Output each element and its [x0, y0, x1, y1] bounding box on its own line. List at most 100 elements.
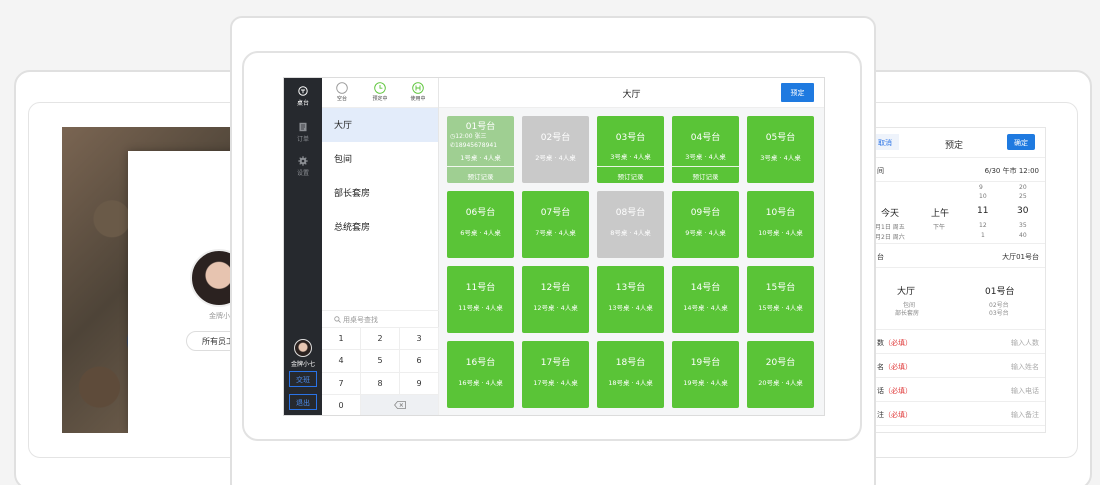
table-card[interactable]: 10号台 10号桌 · 4人桌: [747, 191, 814, 258]
table-card[interactable]: 05号台 3号桌 · 4人桌: [747, 116, 814, 183]
order-icon: [299, 122, 307, 132]
table-selected[interactable]: 01号台: [985, 284, 1014, 297]
key-8[interactable]: 8: [361, 372, 400, 395]
area-selected[interactable]: 大厅: [897, 284, 915, 297]
table-card[interactable]: 02号台 2号桌 · 4人桌: [522, 116, 589, 183]
handover-button[interactable]: 交班: [289, 371, 317, 387]
table-card[interactable]: 01号台 ◷12:00 张三 ✆18945678941 1号桌 · 4人桌 预订记录: [447, 116, 514, 183]
backspace-key[interactable]: [361, 394, 439, 415]
key-4[interactable]: 4: [322, 350, 361, 373]
sidebar-item-tables[interactable]: 桌台: [284, 86, 322, 107]
hour-option[interactable]: 12: [979, 222, 987, 229]
table-card[interactable]: 12号台 12号桌 · 4人桌: [522, 266, 589, 333]
table-number: 04号台: [690, 133, 721, 143]
table-search-input[interactable]: 用桌号查找: [322, 310, 439, 328]
guests-input[interactable]: 输入人数: [1011, 338, 1039, 348]
table-seats: 16号桌 · 4人桌: [458, 379, 503, 387]
minute-selected[interactable]: 30: [1017, 206, 1028, 216]
category-minister-suite[interactable]: 部长套房: [322, 176, 438, 210]
table-card[interactable]: 07号台 7号桌 · 4人桌: [522, 191, 589, 258]
day-option[interactable]: 月1日 周五: [875, 222, 905, 231]
key-0[interactable]: 0: [322, 394, 361, 415]
table-card[interactable]: 11号台 11号桌 · 4人桌: [447, 266, 514, 333]
time-label: 间: [877, 167, 884, 175]
key-9[interactable]: 9: [400, 372, 439, 395]
reserve-form-title: 预定: [945, 141, 964, 151]
hour-selected[interactable]: 11: [977, 206, 988, 216]
table-option[interactable]: 03号台: [989, 308, 1009, 317]
minute-option[interactable]: 20: [1019, 184, 1027, 191]
table-card[interactable]: 15号台 15号桌 · 4人桌: [747, 266, 814, 333]
sidebar-item-orders[interactable]: 订单: [284, 122, 322, 143]
phone-field[interactable]: 话（必填） 输入电话: [873, 378, 1045, 402]
table-card[interactable]: 13号台 13号桌 · 4人桌: [597, 266, 664, 333]
venue-picker[interactable]: 大厅 01号台 包间 部长套房 02号台 03号台: [873, 268, 1045, 330]
minute-option[interactable]: 25: [1019, 193, 1027, 200]
minute-option[interactable]: 35: [1019, 222, 1027, 229]
key-2[interactable]: 2: [361, 328, 400, 351]
note-input[interactable]: 输入备注: [1011, 410, 1039, 420]
table-number: 15号台: [765, 283, 796, 293]
table-card[interactable]: 17号台 17号桌 · 4人桌: [522, 341, 589, 408]
period-selected[interactable]: 上午: [931, 206, 949, 219]
name-input[interactable]: 输入姓名: [1011, 362, 1039, 372]
legend-in-use[interactable]: 使用中: [403, 82, 433, 102]
table-card[interactable]: 04号台 3号桌 · 4人桌 预订记录: [672, 116, 739, 183]
reservation-record-button[interactable]: 预订记录: [447, 166, 514, 183]
note-field[interactable]: 注（必填） 输入备注: [873, 402, 1045, 426]
confirm-button[interactable]: 确定: [1007, 134, 1035, 150]
category-hall[interactable]: 大厅: [322, 108, 438, 142]
logout-button[interactable]: 退出: [289, 394, 317, 410]
reserve-button[interactable]: 预定: [781, 83, 814, 102]
table-card[interactable]: 19号台 19号桌 · 4人桌: [672, 341, 739, 408]
category-presidential-suite[interactable]: 总统套房: [322, 210, 438, 244]
phone-input[interactable]: 输入电话: [1011, 386, 1039, 396]
legend-empty[interactable]: 空台: [327, 82, 357, 102]
table-card[interactable]: 16号台 16号桌 · 4人桌: [447, 341, 514, 408]
key-6[interactable]: 6: [400, 350, 439, 373]
cancel-button[interactable]: 取消: [873, 134, 899, 150]
category-private-room[interactable]: 包间: [322, 142, 438, 176]
hour-option[interactable]: 10: [979, 193, 987, 200]
day-option[interactable]: 月2日 周六: [875, 232, 905, 241]
sidebar-user-name: 金牌小七: [290, 361, 315, 368]
table-card[interactable]: 14号台 14号桌 · 4人桌: [672, 266, 739, 333]
table-card[interactable]: 20号台 20号桌 · 4人桌: [747, 341, 814, 408]
key-5[interactable]: 5: [361, 350, 400, 373]
table-row[interactable]: 台 大厅01号台: [873, 244, 1045, 268]
key-3[interactable]: 3: [400, 328, 439, 351]
table-number: 01号台: [465, 122, 496, 132]
search-placeholder: 用桌号查找: [343, 316, 378, 324]
legend-label: 使用中: [410, 96, 426, 102]
sidebar-item-settings[interactable]: 设置: [284, 156, 322, 177]
name-field[interactable]: 名（必填） 输入姓名: [873, 354, 1045, 378]
table-number: 16号台: [465, 358, 496, 368]
legend-label: 空台: [336, 96, 347, 102]
table-grid-area: 大厅 预定 01号台 ◷12:00 张三 ✆18945678941 1号桌 · 4人桌…: [439, 78, 824, 415]
legend-reserved[interactable]: 预定中: [365, 82, 395, 102]
table-card[interactable]: 06号台 6号桌 · 4人桌: [447, 191, 514, 258]
key-7[interactable]: 7: [322, 372, 361, 395]
sidebar: 桌台 订单 设置 金牌小七 交班 退出: [284, 78, 322, 415]
table-card[interactable]: 03号台 3号桌 · 4人桌 预订记录: [597, 116, 664, 183]
reservation-record-button[interactable]: 预订记录: [597, 166, 664, 183]
guests-field[interactable]: 数（必填） 输入人数: [873, 330, 1045, 354]
hour-option[interactable]: 9: [979, 184, 983, 191]
table-card[interactable]: 18号台 18号桌 · 4人桌: [597, 341, 664, 408]
period-option[interactable]: 下午: [933, 222, 945, 231]
avatar[interactable]: [294, 339, 312, 357]
minute-option[interactable]: 40: [1019, 232, 1027, 239]
day-selected[interactable]: 今天: [881, 206, 899, 219]
table-seats: 17号桌 · 4人桌: [533, 379, 578, 387]
table-seats: 8号桌 · 4人桌: [610, 229, 651, 237]
date-time-picker[interactable]: 9 10 20 25 今天 上午 11 30 月1日 周五 月2日 周六 下午 …: [873, 182, 1045, 244]
reservation-record-button[interactable]: 预订记录: [672, 166, 739, 183]
time-row[interactable]: 间 6/30 午市 12:00: [873, 158, 1045, 182]
table-card[interactable]: 09号台 9号桌 · 4人桌: [672, 191, 739, 258]
hour-option[interactable]: 1: [981, 232, 985, 239]
area-option[interactable]: 部长套房: [895, 308, 919, 317]
table-seats: 3号桌 · 4人桌: [760, 154, 801, 162]
key-1[interactable]: 1: [322, 328, 361, 351]
table-number: 11号台: [465, 283, 496, 293]
table-card[interactable]: 08号台 8号桌 · 4人桌: [597, 191, 664, 258]
